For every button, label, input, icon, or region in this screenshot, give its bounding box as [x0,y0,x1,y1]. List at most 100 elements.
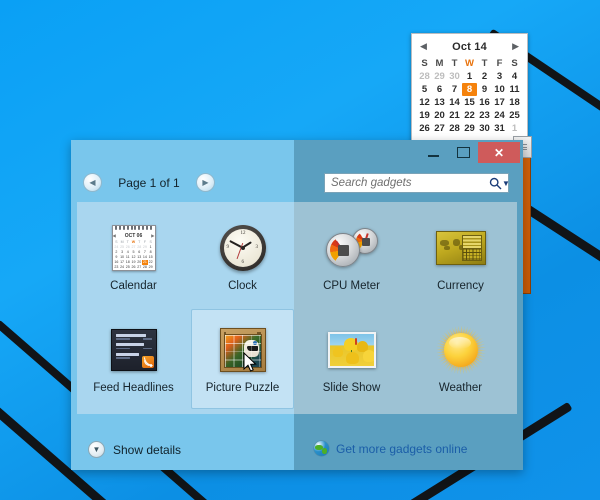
clock-icon: 12 3 6 9 [214,222,272,274]
calendar-day-cell[interactable]: 17 [492,96,507,109]
calendar-day-cell[interactable]: 24 [492,109,507,122]
calendar-day-cell[interactable]: 4 [507,70,522,83]
gadget-tile-label: CPU Meter [323,280,380,292]
chevron-down-circle-icon: ▼ [88,441,105,458]
gadget-tile-label: Slide Show [322,382,381,394]
chevron-down-icon[interactable]: ▼ [502,179,510,188]
picture-puzzle-icon [214,324,272,376]
calendar-day-cell[interactable]: 16 [477,96,492,109]
minimize-button[interactable] [418,142,448,163]
calendar-day-cell[interactable]: 11 [507,83,522,96]
chevron-left-icon: ◀ [89,178,96,187]
calendar-day-cell[interactable]: 2 [477,70,492,83]
calendar-gadget-header: ◀ Oct 14 ▶ [417,38,522,55]
calendar-day-cell[interactable]: 31 [492,122,507,135]
calendar-day-cell[interactable]: 29 [462,122,477,135]
calendar-day-cell[interactable]: 21 [447,109,462,122]
globe-icon [314,441,329,456]
maximize-icon [456,147,470,158]
calendar-day-header: S [421,58,428,69]
calendar-gadget-grid: S M T W T F S 28 29 30 1 2 3 4 5 6 7 8 9 10 11 12 13 14 15 16 17 18… [417,57,522,135]
calendar-day-cell[interactable]: 28 [447,122,462,135]
search-box[interactable]: ▼ [324,173,510,193]
gadget-grid: ◀ OCT 06 ▶ SMTWTFS 24 25 26 27 28 29 1 2345678 9… [77,202,517,414]
calendar-day-cell[interactable]: 26 [417,122,432,135]
gadget-tile-currency[interactable]: Currency [409,207,512,307]
show-details-button[interactable]: ▼ Show details [88,441,181,458]
calendar-day-cell[interactable]: 9 [477,83,492,96]
calendar-day-cell[interactable]: 15 [462,96,477,109]
gadget-tile-label: Calendar [110,280,157,292]
calendar-gadget-title: Oct 14 [452,40,487,53]
close-button[interactable]: ✕ [478,142,520,163]
gadget-grid-area: ◀ OCT 06 ▶ SMTWTFS 24 25 26 27 28 29 1 2345678 9… [77,202,517,414]
calendar-day-header: M [435,58,444,69]
calendar-day-header: W [465,58,474,69]
minimize-icon [427,155,439,157]
calendar-day-cell[interactable]: 12 [417,96,432,109]
calendar-day-cell[interactable]: 30 [477,122,492,135]
gadget-tile-label: Feed Headlines [93,382,174,394]
window-footer: ▼ Show details Get more gadgets online [71,430,523,470]
gadget-tile-clock[interactable]: 12 3 6 9 Clock [191,207,294,307]
feed-headlines-icon [105,324,163,376]
page-indicator: Page 1 of 1 [118,175,180,190]
gadget-tile-calendar[interactable]: ◀ OCT 06 ▶ SMTWTFS 24 25 26 27 28 29 1 2345678 9… [82,207,185,307]
calendar-day-header: F [496,58,503,69]
gadget-tile-cpu-meter[interactable]: CPU Meter [300,207,403,307]
window-controls: ✕ [418,142,520,163]
next-page-button[interactable]: ▶ [196,173,215,192]
desktop-gadgets-window[interactable]: ✕ ◀ Page 1 of 1 ▶ ▼ [71,140,523,470]
calendar-day-header: T [451,58,458,69]
get-more-gadgets-online-link[interactable]: Get more gadgets online [314,441,467,456]
calendar-day-cell[interactable]: 25 [507,109,522,122]
calendar-day-cell[interactable]: 22 [462,109,477,122]
calendar-gadget[interactable]: ◀ Oct 14 ▶ S M T W T F S 28 29 30 1 2 3 4 5 6 7 8 9 10 11 12 1… [411,33,528,143]
calendar-day-cell[interactable]: 6 [432,83,447,96]
calendar-day-cell[interactable]: 1 [462,70,477,83]
maximize-button[interactable] [448,142,478,163]
calendar-prev-arrow-icon[interactable]: ◀ [420,42,427,51]
gadget-tile-label: Weather [438,382,483,394]
calendar-day-cell[interactable]: 18 [507,96,522,109]
page-navigation: ◀ Page 1 of 1 ▶ [83,173,215,192]
gadget-tile-label: Currency [437,280,484,292]
gadget-tile-label: Clock [228,280,257,292]
gadget-tile-feed-headlines[interactable]: Feed Headlines [82,309,185,409]
calendar-day-cell[interactable]: 23 [477,109,492,122]
gadget-tile-slide-show[interactable]: Slide Show [300,309,403,409]
gadget-tile-picture-puzzle[interactable]: Picture Puzzle [191,309,294,409]
calendar-icon: ◀ OCT 06 ▶ SMTWTFS 24 25 26 27 28 29 1 2345678 9… [105,222,163,274]
chevron-right-icon: ▶ [202,178,209,187]
calendar-day-cell[interactable]: 30 [447,70,462,83]
calendar-day-cell[interactable]: 1 [507,122,522,135]
calendar-next-arrow-icon[interactable]: ▶ [512,42,519,51]
search-input[interactable] [325,173,489,193]
close-icon: ✕ [493,145,505,160]
cpu-meter-icon [323,222,381,274]
slide-show-icon [323,324,381,376]
search-icon[interactable] [489,177,502,190]
calendar-day-cell[interactable]: 27 [432,122,447,135]
calendar-day-cell[interactable]: 13 [432,96,447,109]
show-details-label: Show details [113,442,182,457]
calendar-day-cell[interactable]: 5 [417,83,432,96]
get-more-gadgets-label: Get more gadgets online [336,441,468,456]
weather-icon [432,324,490,376]
calendar-day-cell[interactable]: 14 [447,96,462,109]
calendar-day-cell[interactable]: 19 [417,109,432,122]
window-titlebar[interactable]: ✕ [71,140,523,170]
calendar-day-cell[interactable]: 3 [492,70,507,83]
calendar-day-header: S [511,58,518,69]
previous-page-button[interactable]: ◀ [83,173,102,192]
gadget-tile-weather[interactable]: Weather [409,309,512,409]
calendar-day-cell[interactable]: 28 [417,70,432,83]
calendar-day-cell[interactable]: 10 [492,83,507,96]
calendar-day-cell[interactable]: 20 [432,109,447,122]
calendar-day-cell[interactable]: 7 [447,83,462,96]
calendar-day-cell[interactable]: 8 [462,83,477,96]
calendar-day-cell[interactable]: 29 [432,70,447,83]
calendar-day-header: T [481,58,488,69]
gadget-tile-label: Picture Puzzle [205,382,280,394]
currency-icon [432,222,490,274]
